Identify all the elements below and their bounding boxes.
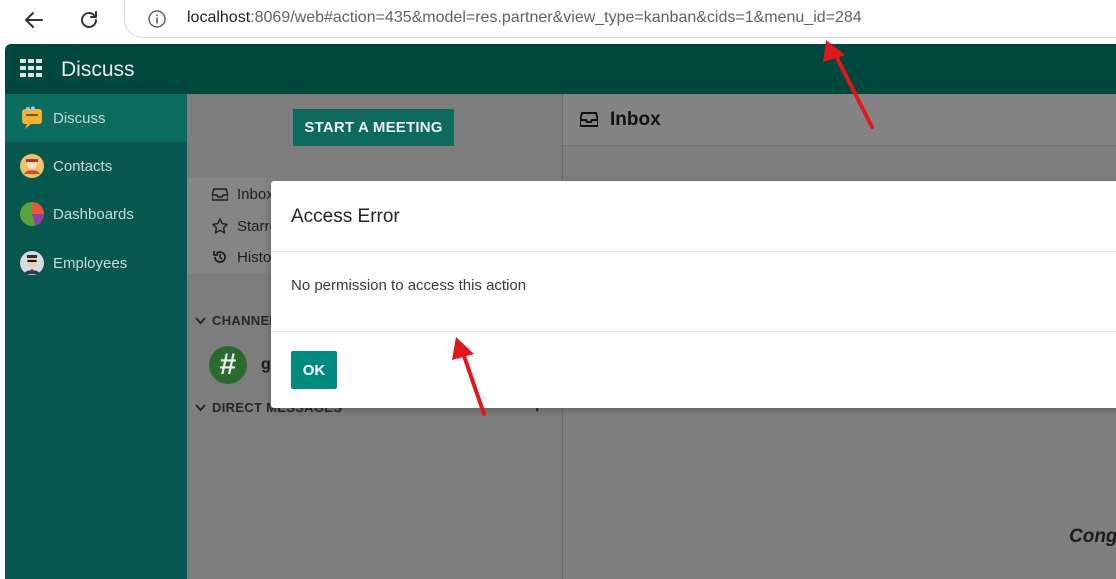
reload-button[interactable] bbox=[75, 6, 103, 34]
start-meeting-button[interactable]: START A MEETING bbox=[293, 109, 454, 146]
url-host: localhost bbox=[187, 9, 251, 26]
side-menu-label: Employees bbox=[53, 254, 128, 272]
side-menu-label: Dashboards bbox=[53, 205, 134, 223]
browser-toolbar: localhost:8069/web#action=435&model=res.… bbox=[0, 0, 1116, 44]
side-menu-item-discuss[interactable]: Discuss bbox=[5, 94, 187, 142]
inbox-icon bbox=[580, 112, 598, 127]
app-side-menu: Discuss Contacts Dashboards Employees bbox=[5, 94, 187, 579]
url-text[interactable]: localhost:8069/web#action=435&model=res.… bbox=[187, 9, 862, 27]
inbox-icon bbox=[211, 187, 229, 201]
back-button[interactable] bbox=[20, 6, 48, 34]
dialog-header: Access Error bbox=[271, 181, 1116, 252]
dashboards-app-icon bbox=[19, 201, 45, 227]
dialog-message: No permission to access this action bbox=[291, 277, 527, 294]
side-menu-label: Discuss bbox=[53, 109, 106, 127]
app-title: Discuss bbox=[61, 58, 135, 81]
site-info-icon[interactable] bbox=[147, 9, 167, 29]
empty-inbox-message: Congratulations, your inbox is empty bbox=[1069, 526, 1116, 547]
dialog-title: Access Error bbox=[291, 206, 400, 227]
history-icon bbox=[211, 249, 229, 265]
back-arrow-icon bbox=[25, 12, 43, 28]
side-menu-item-employees[interactable]: Employees bbox=[5, 239, 187, 287]
side-menu-item-dashboards[interactable]: Dashboards bbox=[5, 190, 187, 238]
access-error-dialog: Access Error No permission to access thi… bbox=[271, 181, 1116, 408]
inbox-title: Inbox bbox=[610, 109, 661, 130]
dialog-body: No permission to access this action bbox=[271, 252, 1116, 332]
app-header: Discuss bbox=[5, 44, 1116, 94]
mailbox-inbox[interactable]: Inbox bbox=[211, 179, 274, 209]
side-menu-label: Contacts bbox=[53, 157, 113, 175]
reload-icon bbox=[81, 11, 97, 28]
inbox-header: Inbox bbox=[563, 94, 1116, 146]
side-menu-item-contacts[interactable]: Contacts bbox=[5, 142, 187, 190]
chevron-down-icon bbox=[195, 400, 206, 415]
employees-app-icon bbox=[19, 250, 45, 276]
ok-button[interactable]: OK bbox=[291, 351, 337, 389]
channel-avatar[interactable]: # bbox=[209, 346, 247, 384]
mailbox-label: Inbox bbox=[237, 185, 274, 203]
chevron-down-icon bbox=[195, 313, 206, 328]
discuss-app-icon bbox=[19, 105, 45, 131]
url-path: :8069/web#action=435&model=res.partner&v… bbox=[250, 9, 862, 26]
address-bar[interactable]: localhost:8069/web#action=435&model=res.… bbox=[124, 0, 1116, 38]
contacts-app-icon bbox=[19, 153, 45, 179]
apps-menu-icon[interactable] bbox=[20, 59, 42, 77]
star-icon bbox=[211, 218, 229, 234]
